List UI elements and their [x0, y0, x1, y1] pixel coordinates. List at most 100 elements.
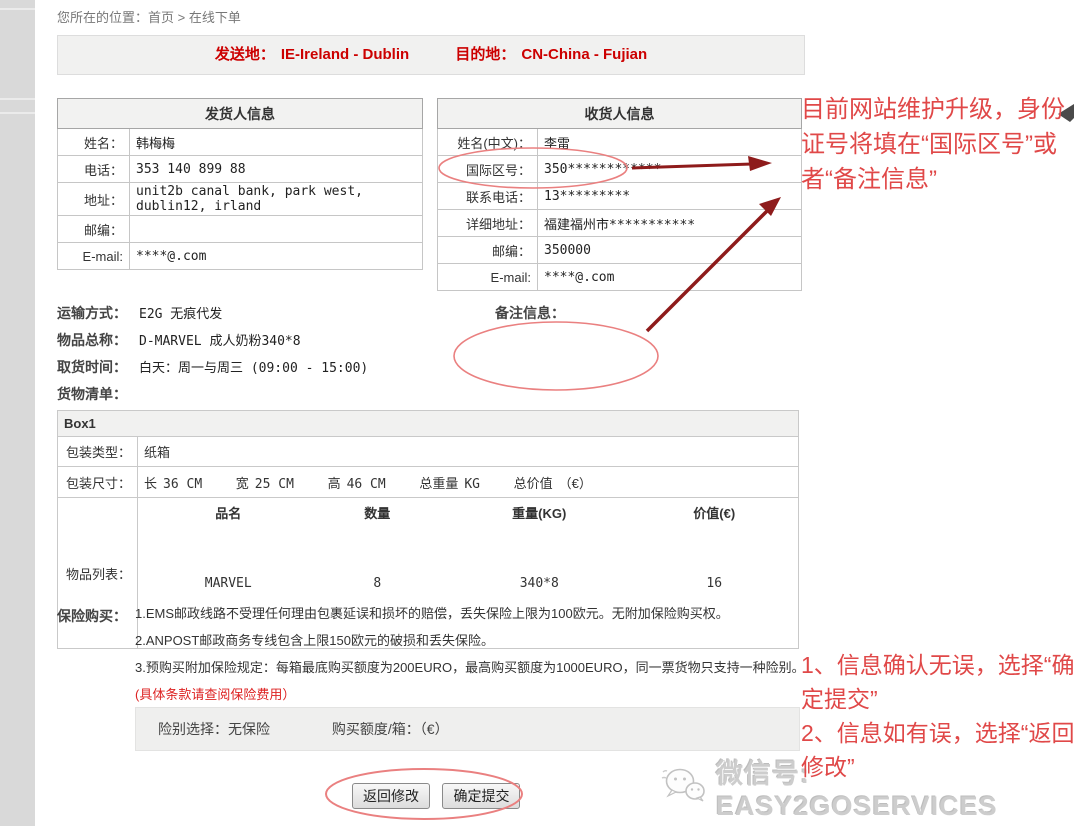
box-title: Box1	[58, 411, 799, 437]
field-label: 包装尺寸：	[58, 467, 138, 498]
insurance-label: 保险购买：	[57, 606, 127, 626]
table-row: E-mail:****@.com	[58, 243, 423, 270]
pack-size-row: 包装尺寸： 长36 CM 宽25 CM 高46 CM 总重量KG 总价值（€）	[58, 467, 799, 498]
dim-width: 宽25 CM	[236, 476, 294, 491]
origin-label: 发送地：	[215, 46, 275, 63]
sender-info-table: 发货人信息 姓名：韩梅梅 电话：353 140 899 88 地址：unit2b…	[57, 98, 423, 270]
field-label: 包装类型：	[58, 437, 138, 467]
field-value	[130, 216, 423, 243]
col-header-qty: 数量	[312, 500, 442, 573]
table-row-intl-code: 国际区号：350************	[438, 156, 802, 183]
field-value: 13*********	[538, 183, 802, 210]
table-row: 地址：unit2b canal bank, park west, dublin1…	[58, 183, 423, 216]
dim-length: 长36 CM	[144, 476, 202, 491]
field-label: 国际区号：	[438, 156, 538, 183]
col-header-name: 品名	[144, 500, 312, 573]
breadcrumb-current: 在线下单	[189, 10, 241, 25]
wechat-icon	[660, 764, 708, 811]
cargo-list-row: 货物清单：	[57, 384, 368, 411]
table-row: 详细地址：福建福州市***********	[438, 210, 802, 237]
receiver-info-table: 收货人信息 姓名(中文)：李雷 国际区号：350************ 联系电…	[437, 98, 802, 291]
table-row: 邮编：350000	[438, 237, 802, 264]
confirm-submit-button[interactable]: 确定提交	[442, 783, 520, 809]
field-value: 白天：周一与周三 (09:00 - 15:00)	[139, 361, 368, 376]
field-value: 福建福州市***********	[538, 210, 802, 237]
insurance-quota: 购买额度/箱：（€）	[332, 721, 449, 737]
dim-total-value: 总价值（€）	[514, 476, 592, 491]
shipping-method-row: 运输方式： E2G 无痕代发	[57, 303, 368, 330]
table-row: 姓名：韩梅梅	[58, 129, 423, 156]
action-buttons: 返回修改 确定提交	[352, 783, 528, 809]
field-value: 韩梅梅	[130, 129, 423, 156]
breadcrumb-home-link[interactable]: 首页	[148, 10, 174, 25]
online-order-confirm-page: 您所在的位置：首页 > 在线下单 发送地： IE-Ireland - Dublin…	[0, 0, 1074, 826]
sidebar-divider	[0, 8, 35, 10]
pack-type-value: 纸箱	[138, 437, 799, 467]
goods-name-row: 物品总称： D-MARVEL 成人奶粉340*8	[57, 330, 368, 357]
remark-highlight-ellipse	[454, 322, 658, 390]
field-label: 地址：	[58, 183, 130, 216]
field-label: 电话：	[58, 156, 130, 183]
order-info-section: 运输方式： E2G 无痕代发 物品总称： D-MARVEL 成人奶粉340*8 取货…	[57, 303, 368, 411]
sender-info-title: 发货人信息	[58, 99, 423, 129]
destination-label: 目的地：	[455, 46, 515, 63]
breadcrumb-prefix: 您所在的位置：	[57, 10, 148, 25]
insurance-term-3-text: 3.预购买附加保险规定：每箱最底购买额度为200EURO，最高购买额度为1000…	[135, 660, 805, 675]
table-header-row: 发货人信息	[58, 99, 423, 129]
field-label: 物品总称：	[57, 330, 127, 350]
breadcrumb: 您所在的位置：首页 > 在线下单	[57, 7, 241, 26]
field-label: 详细地址：	[438, 210, 538, 237]
table-row: 电话：353 140 899 88	[58, 156, 423, 183]
box-title-row: Box1	[58, 411, 799, 437]
dim-height: 高46 CM	[328, 476, 386, 491]
destination-value: CN-China - Fujian	[521, 46, 647, 63]
field-label: 姓名：	[58, 129, 130, 156]
breadcrumb-separator: >	[174, 10, 189, 25]
insurance-term-3: 3.预购买附加保险规定：每箱最底购买额度为200EURO，最高购买额度为1000…	[135, 654, 807, 708]
field-label: 邮编：	[58, 216, 130, 243]
field-value: 李雷	[538, 129, 802, 156]
field-label: E-mail:	[58, 243, 130, 270]
field-label: 取货时间：	[57, 357, 127, 377]
insurance-selection-bar: 险别选择：无保险 购买额度/箱：（€）	[135, 707, 800, 751]
left-sidebar	[0, 0, 35, 826]
field-label: 货物清单：	[57, 384, 127, 404]
field-label: 邮编：	[438, 237, 538, 264]
back-modify-button[interactable]: 返回修改	[352, 783, 430, 809]
field-label: E-mail:	[438, 264, 538, 291]
items-header-row: 品名 数量 重量(KG) 价值(€)	[144, 500, 792, 573]
insurance-terms: 1.EMS邮政线路不受理任何理由包裹延误和损坏的赔偿，丢失保险上限为100欧元。…	[135, 600, 807, 708]
remark-label: 备注信息：	[495, 303, 565, 323]
table-row: 联系电话：13*********	[438, 183, 802, 210]
field-value: 353 140 899 88	[130, 156, 423, 183]
field-value: ****@.com	[538, 264, 802, 291]
sidebar-divider	[0, 112, 35, 114]
route-bar: 发送地： IE-Ireland - Dublin 目的地： CN-China - F…	[57, 35, 805, 75]
annotation-step-1: 1、信息确认无误，选择“确定提交”	[801, 648, 1074, 716]
origin-value: IE-Ireland - Dublin	[281, 46, 409, 63]
field-label: 运输方式：	[57, 303, 127, 323]
table-row: 邮编：	[58, 216, 423, 243]
annotation-maintenance-note: 目前网站维护升级，身份证号将填在“国际区号”或者“备注信息”	[801, 92, 1074, 197]
field-label: 姓名(中文)：	[438, 129, 538, 156]
table-row: E-mail:****@.com	[438, 264, 802, 291]
pack-size-values: 长36 CM 宽25 CM 高46 CM 总重量KG 总价值（€）	[138, 467, 799, 498]
receiver-info-title: 收货人信息	[438, 99, 802, 129]
insurance-term-2: 2.ANPOST邮政商务专线包含上限150欧元的破损和丢失保险。	[135, 627, 807, 654]
table-row: 姓名(中文)：李雷	[438, 129, 802, 156]
col-header-weight: 重量(KG)	[442, 500, 636, 573]
field-value: ****@.com	[130, 243, 423, 270]
field-value: 350000	[538, 237, 802, 264]
pack-type-row: 包装类型： 纸箱	[58, 437, 799, 467]
pickup-time-row: 取货时间： 白天：周一与周三 (09:00 - 15:00)	[57, 357, 368, 384]
field-value: unit2b canal bank, park west, dublin12, …	[130, 183, 423, 216]
field-value: E2G 无痕代发	[139, 307, 222, 322]
annotation-step-2: 2、信息如有误，选择“返回修改”	[801, 716, 1074, 784]
insurance-fee-link[interactable]: (具体条款请查阅保险费用）	[135, 687, 295, 702]
insurance-selection: 险别选择：无保险	[158, 721, 270, 737]
table-header-row: 收货人信息	[438, 99, 802, 129]
col-header-value: 价值(€)	[636, 500, 792, 573]
insurance-term-1: 1.EMS邮政线路不受理任何理由包裹延误和损坏的赔偿，丢失保险上限为100欧元。…	[135, 600, 807, 627]
sidebar-divider	[0, 98, 35, 100]
field-value: D-MARVEL 成人奶粉340*8	[139, 334, 301, 349]
